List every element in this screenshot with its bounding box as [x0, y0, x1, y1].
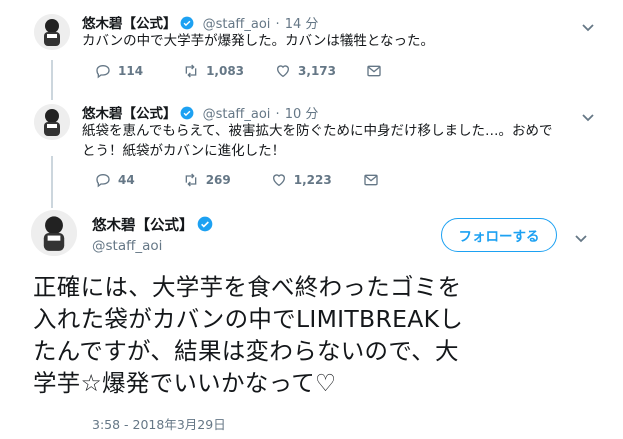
- verified-badge-icon: [180, 15, 194, 30]
- tweet-body-line: 学芋☆爆発でいいかなって♡: [33, 369, 337, 397]
- retweet-button[interactable]: 1,083: [183, 63, 244, 79]
- heart-icon: [277, 65, 290, 78]
- chevron-down-icon[interactable]: [574, 229, 588, 243]
- tweet-actions: 44 269 1,223: [95, 172, 386, 188]
- like-count: 1,223: [293, 173, 332, 187]
- tweet-body-line: たんですが、結果は変わらないので、大: [33, 337, 459, 365]
- display-name[interactable]: 悠木碧【公式】: [92, 218, 194, 234]
- tweet-time[interactable]: 10 分: [285, 107, 319, 122]
- avatar[interactable]: [34, 14, 70, 50]
- tweet-body: 正確には、大学芋を食べ終わったゴミを 入れた袋がカバンの中でLIMITBREAK…: [33, 271, 463, 399]
- separator: ·: [275, 107, 280, 122]
- tweet-actions: 114 1,083 3,173: [95, 63, 389, 79]
- tweet-text: カバンの中で大学芋が爆発した。カバンは犠牲となった。: [82, 33, 434, 49]
- like-button[interactable]: 1,223: [271, 172, 332, 188]
- envelope-icon: [364, 174, 378, 186]
- tweet-time[interactable]: 14 分: [285, 17, 319, 32]
- retweet-count: 269: [205, 173, 231, 187]
- display-name[interactable]: 悠木碧【公式】: [82, 106, 177, 122]
- avatar[interactable]: [31, 210, 77, 256]
- display-name[interactable]: 悠木碧【公式】: [82, 16, 177, 32]
- like-count: 3,173: [298, 64, 336, 78]
- message-button[interactable]: [366, 63, 389, 79]
- retweet-button[interactable]: 269: [183, 172, 231, 188]
- tweet-text: 紙袋を恵んでもらえて、被害拡大を防ぐために中身だけ移しました…。おめで とう！紙…: [82, 121, 602, 161]
- tweet-header: 悠木碧【公式】: [92, 214, 213, 235]
- envelope-icon: [367, 65, 381, 77]
- separator: ·: [275, 17, 280, 32]
- chevron-down-icon[interactable]: [581, 18, 595, 32]
- handle[interactable]: @staff_aoi: [203, 107, 271, 122]
- tweet-text-line: とう！紙袋がカバンに進化した！: [82, 143, 286, 159]
- tweet-text-line: 紙袋を恵んでもらえて、被害拡大を防ぐために中身だけ移しました…。おめで: [82, 123, 553, 139]
- reply-icon: [96, 64, 110, 79]
- handle[interactable]: @staff_aoi: [92, 238, 162, 254]
- retweet-count: 1,083: [206, 64, 245, 78]
- retweet-icon: [185, 173, 197, 187]
- reply-count: 114: [118, 64, 144, 78]
- tweet-body-line: 入れた袋がカバンの中でLIMITBREAKし: [33, 305, 464, 333]
- reply-icon: [96, 173, 110, 188]
- retweet-icon: [185, 64, 197, 78]
- reply-button[interactable]: 44: [95, 172, 135, 188]
- follow-button-label: フォローする: [458, 229, 540, 245]
- verified-badge-icon: [197, 216, 213, 232]
- tweet-header: 悠木碧【公式】 @staff_aoi · 14 分: [82, 12, 318, 32]
- tweet-timestamp[interactable]: 3:58 - 2018年3月29日: [92, 414, 226, 433]
- follow-button[interactable]: フォローする: [441, 218, 557, 252]
- thread-line: [51, 156, 53, 208]
- message-button[interactable]: [363, 172, 386, 188]
- reply-count: 44: [118, 173, 135, 187]
- handle[interactable]: @staff_aoi: [203, 17, 271, 32]
- verified-badge-icon: [180, 105, 194, 120]
- chevron-down-icon[interactable]: [581, 108, 595, 122]
- tweet-body-line: 正確には、大学芋を食べ終わったゴミを: [33, 273, 462, 301]
- reply-button[interactable]: 114: [95, 63, 143, 79]
- avatar[interactable]: [34, 104, 70, 140]
- tweet-header: 悠木碧【公式】 @staff_aoi · 10 分: [82, 102, 318, 122]
- thread-line: [51, 60, 53, 100]
- like-button[interactable]: 3,173: [275, 63, 336, 79]
- heart-icon: [272, 174, 285, 187]
